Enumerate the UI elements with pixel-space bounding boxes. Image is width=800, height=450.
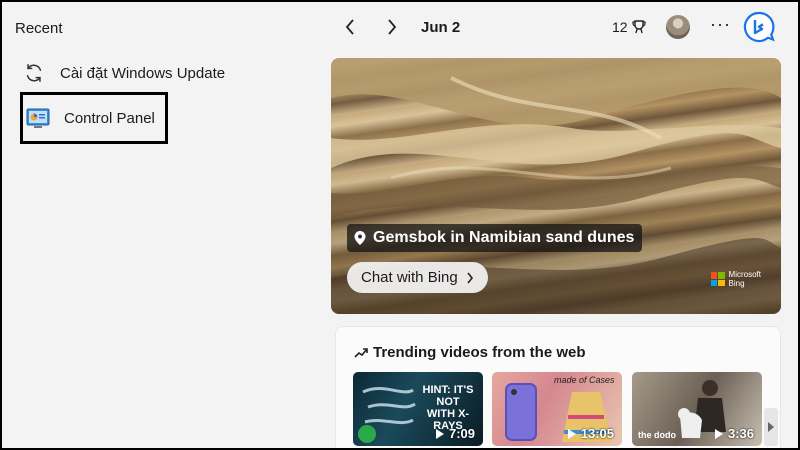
- recent-item-control-panel[interactable]: Control Panel: [20, 92, 168, 144]
- refresh-icon: [22, 61, 46, 85]
- rewards-button[interactable]: 12: [612, 19, 647, 35]
- chevron-right-icon: [467, 272, 473, 283]
- carousel-next-button[interactable]: [764, 408, 778, 446]
- more-options-button[interactable]: ···: [710, 14, 731, 35]
- recent-heading: Recent: [15, 20, 63, 37]
- hero-image-card[interactable]: Gemsbok in Namibian sand dunes Chat with…: [331, 58, 781, 314]
- microsoft-bing-logo: Microsoft Bing: [710, 270, 761, 288]
- image-caption[interactable]: Gemsbok in Namibian sand dunes: [347, 224, 643, 252]
- rewards-count: 12: [612, 19, 628, 35]
- brand-line-2: Bing: [728, 279, 745, 288]
- brand-line-1: Microsoft: [728, 270, 761, 279]
- bing-chat-icon: [743, 11, 775, 43]
- location-pin-icon: [354, 231, 366, 245]
- play-icon: [435, 428, 444, 439]
- recent-item-label: Cài đặt Windows Update: [60, 64, 226, 82]
- video-thumbnail[interactable]: HINT: IT'S NOT WITH X-RAYS 7:09: [353, 372, 483, 446]
- trending-title-text: Trending videos from the web: [373, 344, 586, 361]
- avatar[interactable]: [666, 15, 690, 39]
- control-panel-icon: [26, 106, 50, 130]
- microsoft-logo-icon: [710, 272, 725, 286]
- play-icon: [714, 428, 723, 439]
- duration-text: 3:36: [727, 426, 754, 441]
- date-label: Jun 2: [421, 19, 461, 36]
- caption-text: Gemsbok in Namibian sand dunes: [373, 229, 635, 246]
- duration-text: 13:05: [580, 426, 614, 441]
- trending-videos-card: Trending videos from the web HINT: IT'S …: [335, 326, 781, 448]
- caret-right-icon: [768, 422, 774, 432]
- previous-button[interactable]: [337, 14, 363, 40]
- chevron-left-icon: [345, 19, 354, 35]
- video-overlay-text: HINT: IT'S NOT WITH X-RAYS: [422, 384, 474, 432]
- video-overlay-text: the dodo: [638, 430, 676, 440]
- recent-item-label: Control Panel: [64, 109, 155, 127]
- chevron-right-icon: [388, 19, 397, 35]
- rewards-trophy-icon: [631, 20, 646, 34]
- video-duration: 13:05: [567, 426, 614, 441]
- duration-text: 7:09: [448, 426, 475, 441]
- next-button[interactable]: [379, 14, 405, 40]
- bing-button[interactable]: [742, 10, 776, 44]
- play-icon: [567, 428, 576, 439]
- trending-title: Trending videos from the web: [354, 344, 586, 361]
- video-duration: 7:09: [435, 426, 475, 441]
- video-duration: 3:36: [714, 426, 754, 441]
- video-thumbnail[interactable]: the dodo 3:36: [632, 372, 762, 446]
- chat-button-label: Chat with Bing: [361, 269, 458, 286]
- video-overlay-text: made of Cases: [554, 375, 615, 385]
- trending-arrow-icon: [354, 347, 368, 358]
- video-thumbnail[interactable]: made of Cases 13:05: [492, 372, 622, 446]
- recent-item-windows-update[interactable]: Cài đặt Windows Update: [22, 50, 225, 96]
- widgets-window: Recent Cài đặt Windows Update Control Pa…: [2, 2, 798, 448]
- chat-with-bing-button[interactable]: Chat with Bing: [347, 262, 488, 293]
